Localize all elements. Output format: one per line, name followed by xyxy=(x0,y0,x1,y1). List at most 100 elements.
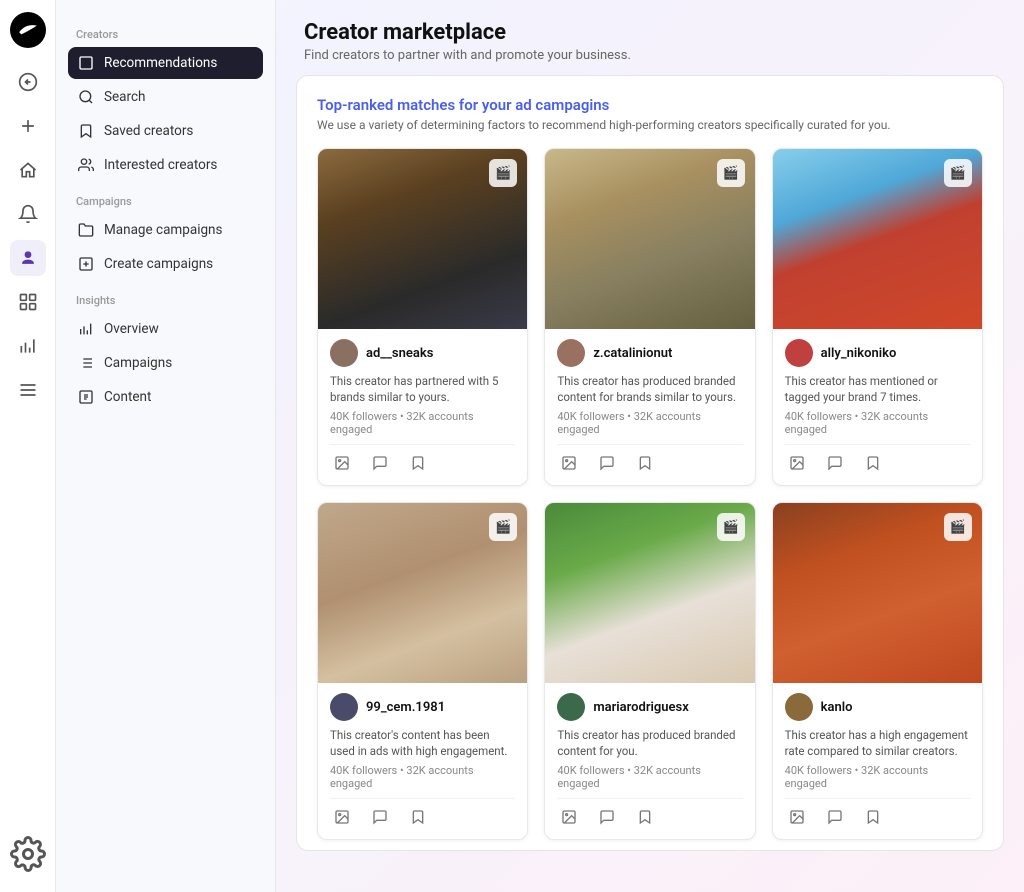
overview-icon xyxy=(78,321,94,337)
save-button[interactable] xyxy=(861,451,885,475)
sidebar-item-manage-campaigns[interactable]: Manage campaigns xyxy=(68,214,263,246)
creator-image: 🎬 xyxy=(318,503,527,683)
insights-section-label: Insights xyxy=(76,294,263,307)
message-icon xyxy=(372,455,388,471)
image-icon xyxy=(561,455,577,471)
campaigns-nav-icon[interactable] xyxy=(10,284,46,320)
card-body: kanlo This creator has a high engagement… xyxy=(773,683,982,839)
message-button[interactable] xyxy=(823,805,847,829)
card-actions xyxy=(557,444,742,477)
sidebar-item-interested-creators[interactable]: Interested creators xyxy=(68,149,263,181)
message-button[interactable] xyxy=(595,805,619,829)
main-content: Creator marketplace Find creators to par… xyxy=(276,0,1024,892)
recommendations-subtitle: We use a variety of determining factors … xyxy=(317,118,983,132)
avatar xyxy=(557,339,585,367)
icon-bar xyxy=(0,0,56,892)
menu-nav-icon[interactable] xyxy=(10,372,46,408)
sidebar-item-create-campaigns[interactable]: Create campaigns xyxy=(68,248,263,280)
creator-card: 🎬 99_cem.1981 This creator's content has… xyxy=(317,502,528,840)
content-area: Top-ranked matches for your ad campagins… xyxy=(276,75,1024,892)
image-icon xyxy=(334,809,350,825)
analytics-nav-icon[interactable] xyxy=(10,328,46,364)
message-icon xyxy=(599,809,615,825)
message-button[interactable] xyxy=(368,805,392,829)
save-button[interactable] xyxy=(861,805,885,829)
creator-marketplace-nav-icon[interactable] xyxy=(10,240,46,276)
interested-icon xyxy=(78,157,94,173)
save-button[interactable] xyxy=(633,805,657,829)
people-icon xyxy=(18,248,38,268)
notification-icon xyxy=(18,204,38,224)
page-title: Creator marketplace xyxy=(304,20,996,45)
add-nav-icon[interactable] xyxy=(10,108,46,144)
view-content-button[interactable] xyxy=(330,805,354,829)
card-actions xyxy=(557,798,742,831)
folder-icon xyxy=(78,222,94,238)
creators-section-label: Creators xyxy=(76,28,263,41)
settings-nav-icon[interactable] xyxy=(10,836,46,872)
image-icon xyxy=(789,455,805,471)
card-actions xyxy=(330,798,515,831)
message-button[interactable] xyxy=(595,451,619,475)
campaigns-icon xyxy=(18,292,38,312)
creator-card: 🎬 ad__sneaks This creator has partnered … xyxy=(317,148,528,486)
view-content-button[interactable] xyxy=(330,451,354,475)
save-button[interactable] xyxy=(633,451,657,475)
save-icon xyxy=(865,455,881,471)
save-icon xyxy=(410,809,426,825)
back-icon xyxy=(18,72,38,92)
card-actions xyxy=(330,444,515,477)
creator-card: 🎬 ally_nikoniko This creator has mention… xyxy=(772,148,983,486)
avatar xyxy=(785,693,813,721)
view-content-button[interactable] xyxy=(785,805,809,829)
creator-info: kanlo xyxy=(785,693,970,721)
message-button[interactable] xyxy=(368,451,392,475)
sidebar-item-insights-campaigns[interactable]: Campaigns xyxy=(68,347,263,379)
creators-grid: 🎬 ad__sneaks This creator has partnered … xyxy=(317,148,983,840)
view-content-button[interactable] xyxy=(785,451,809,475)
sidebar-item-content[interactable]: Content xyxy=(68,381,263,413)
creator-info: ad__sneaks xyxy=(330,339,515,367)
creator-info: mariarodriguesx xyxy=(557,693,742,721)
avatar xyxy=(330,693,358,721)
creator-card: 🎬 kanlo This creator has a high engageme… xyxy=(772,502,983,840)
bookmark-icon xyxy=(78,123,94,139)
card-actions xyxy=(785,798,970,831)
card-body: z.catalinionut This creator has produced… xyxy=(545,329,754,485)
brand-logo[interactable] xyxy=(10,12,46,48)
sidebar: Creators Recommendations Search Saved cr… xyxy=(56,0,276,892)
sidebar-item-search[interactable]: Search xyxy=(68,81,263,113)
message-button[interactable] xyxy=(823,451,847,475)
view-content-button[interactable] xyxy=(557,805,581,829)
back-nav-icon[interactable] xyxy=(10,64,46,100)
save-icon xyxy=(637,809,653,825)
message-icon xyxy=(599,455,615,471)
avatar xyxy=(557,693,585,721)
menu-icon xyxy=(18,380,38,400)
creator-card: 🎬 mariarodriguesx This creator has produ… xyxy=(544,502,755,840)
creator-image: 🎬 xyxy=(773,149,982,329)
save-icon xyxy=(637,455,653,471)
sidebar-item-recommendations[interactable]: Recommendations xyxy=(68,47,263,79)
recommendations-box: Top-ranked matches for your ad campagins… xyxy=(296,75,1004,851)
nike-logo-icon xyxy=(17,19,39,41)
list-icon xyxy=(78,355,94,371)
recommendations-icon xyxy=(78,55,94,71)
home-nav-icon[interactable] xyxy=(10,152,46,188)
sidebar-item-overview[interactable]: Overview xyxy=(68,313,263,345)
card-badge: 🎬 xyxy=(717,159,745,187)
creator-info: 99_cem.1981 xyxy=(330,693,515,721)
save-button[interactable] xyxy=(406,805,430,829)
sidebar-item-saved-creators[interactable]: Saved creators xyxy=(68,115,263,147)
search-icon xyxy=(78,89,94,105)
avatar xyxy=(785,339,813,367)
avatar xyxy=(330,339,358,367)
page-header: Creator marketplace Find creators to par… xyxy=(276,0,1024,75)
card-badge: 🎬 xyxy=(944,513,972,541)
notification-nav-icon[interactable] xyxy=(10,196,46,232)
card-body: ad__sneaks This creator has partnered wi… xyxy=(318,329,527,485)
creator-info: ally_nikoniko xyxy=(785,339,970,367)
save-button[interactable] xyxy=(406,451,430,475)
card-badge: 🎬 xyxy=(489,513,517,541)
view-content-button[interactable] xyxy=(557,451,581,475)
